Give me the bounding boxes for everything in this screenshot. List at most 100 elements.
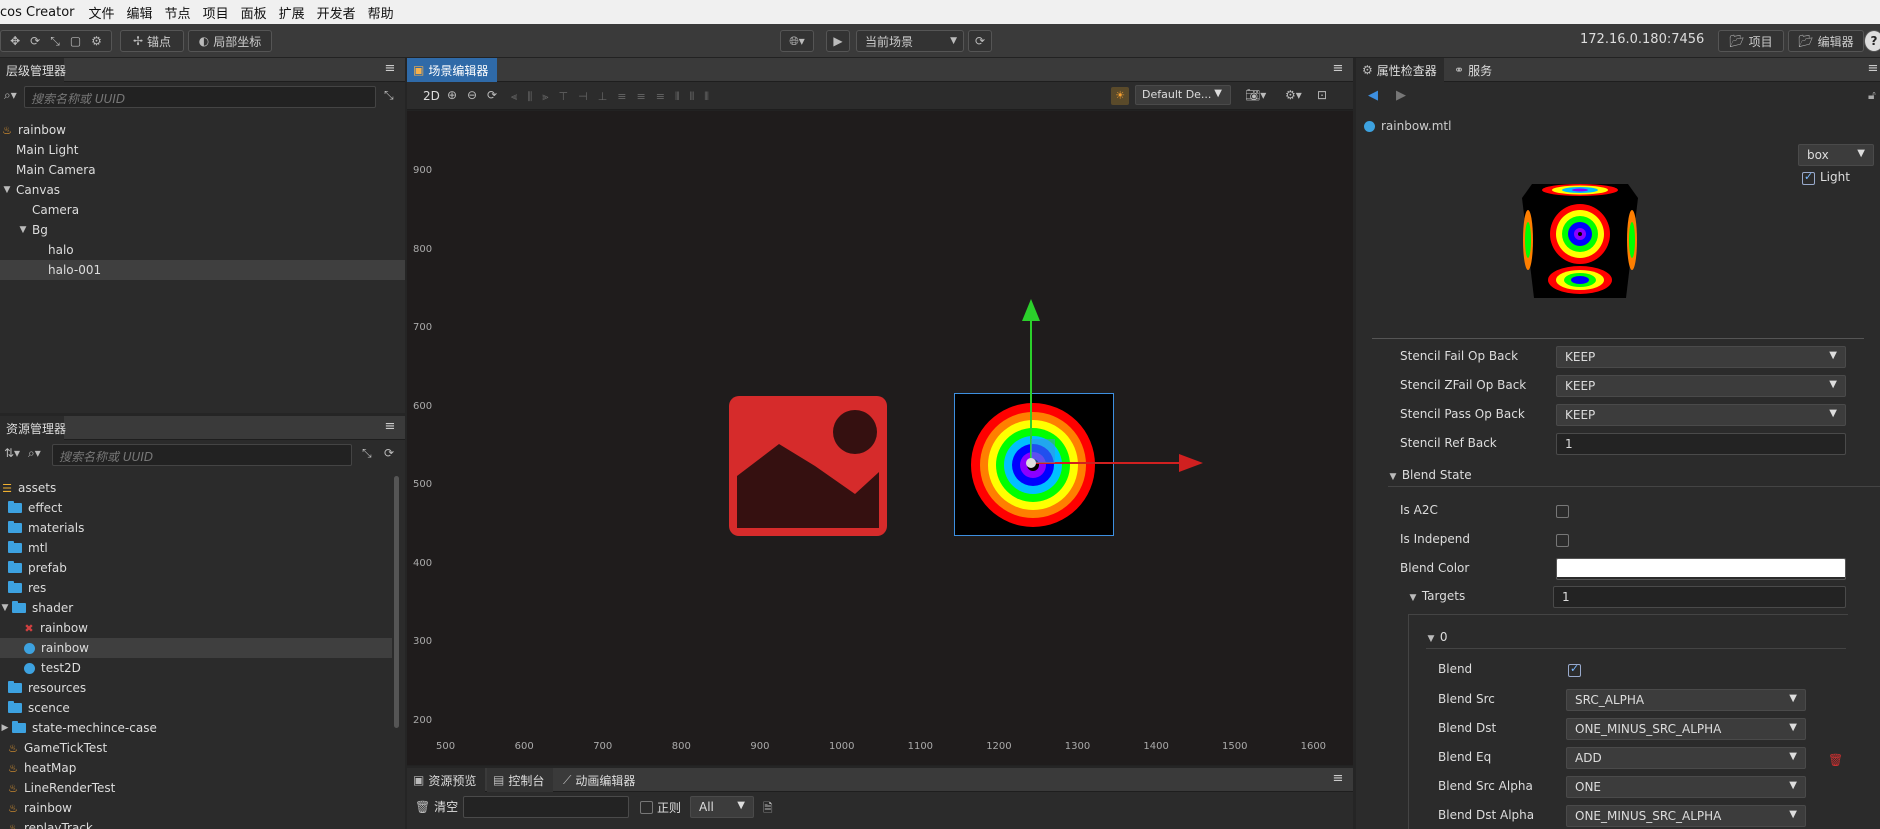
caret-icon[interactable]: ▼ bbox=[18, 225, 28, 235]
asset-item[interactable]: test2D bbox=[0, 658, 392, 678]
asset-item[interactable]: ▶ state-mechince-case bbox=[0, 718, 392, 738]
menu-project[interactable]: 项目 bbox=[203, 3, 229, 22]
sort-icon[interactable]: ⇅▾ bbox=[4, 446, 20, 460]
target-property-select[interactable]: ONE_MINUS_SRC_ALPHA ▼ bbox=[1566, 718, 1806, 740]
asset-item[interactable]: prefab bbox=[0, 558, 392, 578]
pivot-button[interactable]: ✢ 锚点 bbox=[120, 30, 184, 52]
maximize-icon[interactable]: ⊡ bbox=[1317, 88, 1327, 102]
file-icon[interactable]: 🗎︎ bbox=[763, 799, 773, 820]
asset-item[interactable]: ♨ GameTickTest bbox=[0, 738, 392, 758]
target-property-select[interactable]: ONE ▼ bbox=[1566, 776, 1806, 798]
menu-edit[interactable]: 编辑 bbox=[127, 3, 153, 22]
blend-state-section[interactable]: ▼ Blend State bbox=[1388, 468, 1472, 482]
collapse-icon[interactable]: ⤡ bbox=[362, 446, 372, 461]
asset-item[interactable]: ▼ shader bbox=[0, 598, 392, 618]
tab-inspector[interactable]: ⚙ 属性检查器 bbox=[1356, 58, 1444, 82]
search-icon[interactable]: ⌕▾ bbox=[28, 446, 41, 461]
gear-icon[interactable]: ⚙▾ bbox=[1285, 88, 1302, 102]
asset-item[interactable]: ♨ LineRenderTest bbox=[0, 778, 392, 798]
blend-color-swatch[interactable] bbox=[1556, 558, 1846, 580]
targets-count-input[interactable]: 1 bbox=[1553, 586, 1846, 608]
assets-search-input[interactable]: 搜索名称或 UUID bbox=[52, 444, 352, 466]
tab-hierarchy[interactable]: 层级管理器 bbox=[0, 58, 66, 82]
light-checkbox[interactable] bbox=[1802, 170, 1815, 185]
scene-select[interactable]: 当前场景 ▼ bbox=[856, 30, 964, 52]
asset-item[interactable]: ☰ assets bbox=[0, 478, 392, 498]
refresh-button[interactable]: ⟳ bbox=[968, 30, 992, 52]
align-vcenter-icon[interactable]: ⊣ bbox=[578, 90, 588, 103]
menu-developer[interactable]: 开发者 bbox=[317, 3, 356, 22]
align-left-icon[interactable]: ⫷ bbox=[511, 90, 517, 103]
tab-console[interactable]: ▤ 控制台 bbox=[487, 768, 553, 792]
platform-select[interactable]: 🌐︎▾ bbox=[780, 30, 814, 52]
sprite-image-node[interactable] bbox=[729, 396, 887, 536]
target-property-select[interactable]: ONE_MINUS_SRC_ALPHA ▼ bbox=[1566, 805, 1806, 827]
menu-extension[interactable]: 扩展 bbox=[279, 3, 305, 22]
scene-viewport[interactable]: 900 800 700 600 500 400 300 200 500 600 700 800 900… bbox=[407, 111, 1353, 765]
preview-shape-select[interactable]: box ▼ bbox=[1798, 144, 1874, 166]
tree-node[interactable]: Main Light bbox=[0, 140, 405, 160]
help-button[interactable]: ? bbox=[1864, 30, 1880, 52]
caret-icon[interactable]: ▶ bbox=[0, 723, 10, 733]
tree-node[interactable]: ▼ Canvas bbox=[0, 180, 405, 200]
align-hcenter-icon[interactable]: ⫼ bbox=[527, 90, 532, 103]
asset-item[interactable]: effect bbox=[0, 498, 392, 518]
asset-item[interactable]: res bbox=[0, 578, 392, 598]
open-editor-button[interactable]: 📂︎ 编辑器 bbox=[1788, 30, 1864, 52]
property-select[interactable]: KEEP ▼ bbox=[1556, 346, 1846, 368]
hierarchy-search-input[interactable]: 搜索名称或 UUID bbox=[24, 86, 376, 108]
back-arrow-icon[interactable]: ◀ bbox=[1368, 88, 1378, 103]
camera-icon[interactable]: 📷︎▾ bbox=[1245, 88, 1266, 102]
collapse-icon[interactable]: ⤡ bbox=[384, 88, 394, 103]
rotate-tool-icon[interactable]: ⟳ bbox=[30, 34, 40, 48]
caret-icon[interactable]: ▼ bbox=[2, 185, 12, 195]
move-gizmo[interactable] bbox=[1007, 291, 1207, 491]
zoom-out-icon[interactable]: ⊖ bbox=[467, 88, 477, 102]
asset-item[interactable]: ♨ replayTrack bbox=[0, 818, 392, 829]
tab-asset-preview[interactable]: ▣ 资源预览 bbox=[407, 768, 485, 792]
hamburger-menu-icon[interactable]: ≡ bbox=[1866, 62, 1880, 76]
zoom-in-icon[interactable]: ⊕ bbox=[447, 88, 457, 102]
preview-cube[interactable] bbox=[1520, 180, 1640, 302]
asset-item[interactable]: materials bbox=[0, 518, 392, 538]
align-bottom-icon[interactable]: ⊥ bbox=[598, 90, 608, 103]
property-select[interactable]: KEEP ▼ bbox=[1556, 404, 1846, 426]
menu-help[interactable]: 帮助 bbox=[368, 3, 394, 22]
layer-select[interactable]: Default De... ▼ bbox=[1135, 85, 1231, 105]
tree-node[interactable]: ▼ Bg bbox=[0, 220, 405, 240]
target-0-section[interactable]: ▼ 0 bbox=[1426, 630, 1448, 644]
distribute-left-icon[interactable]: ⫴ bbox=[675, 90, 680, 103]
tab-assets[interactable]: 资源管理器 bbox=[0, 416, 66, 440]
log-level-select[interactable]: All ▼ bbox=[690, 796, 754, 818]
caret-icon[interactable]: ▼ bbox=[0, 603, 10, 613]
distribute-right-icon[interactable]: ⫴ bbox=[704, 90, 709, 103]
clear-button[interactable]: 🗑︎ 清空 bbox=[415, 798, 458, 815]
distribute-vcenter-icon[interactable]: ≡ bbox=[637, 90, 646, 103]
play-button[interactable]: ▶ bbox=[826, 30, 850, 52]
asset-item[interactable]: ♨ rainbow bbox=[0, 798, 392, 818]
distribute-hcenter-icon[interactable]: ⫴ bbox=[690, 90, 695, 103]
tab-animation-editor[interactable]: ⟋ 动画编辑器 bbox=[557, 768, 647, 792]
forward-arrow-icon[interactable]: ▶ bbox=[1396, 88, 1406, 103]
asset-item[interactable]: ♨ heatMap bbox=[0, 758, 392, 778]
move-tool-icon[interactable]: ✥ bbox=[10, 34, 20, 48]
tree-node[interactable]: Camera bbox=[0, 200, 405, 220]
asset-item[interactable]: scence bbox=[0, 698, 392, 718]
menu-node[interactable]: 节点 bbox=[165, 3, 191, 22]
tab-services[interactable]: ⚭ 服务 bbox=[1448, 58, 1508, 82]
assets-scrollbar[interactable] bbox=[394, 476, 399, 728]
console-filter-input[interactable] bbox=[463, 796, 629, 818]
target-property-select[interactable]: SRC_ALPHA ▼ bbox=[1566, 689, 1806, 711]
distribute-bottom-icon[interactable]: ≡ bbox=[656, 90, 665, 103]
lock-icon[interactable]: 🔓︎ bbox=[1868, 88, 1876, 103]
tree-node[interactable]: halo bbox=[0, 240, 405, 260]
rect-tool-icon[interactable]: ▢ bbox=[70, 34, 81, 48]
refresh-icon[interactable]: ⟳ bbox=[384, 446, 394, 460]
local-coord-button[interactable]: ◐ 局部坐标 bbox=[188, 30, 272, 52]
hamburger-menu-icon[interactable]: ≡ bbox=[383, 62, 397, 76]
hamburger-menu-icon[interactable]: ≡ bbox=[383, 420, 397, 434]
distribute-top-icon[interactable]: ≡ bbox=[617, 90, 626, 103]
align-right-icon[interactable]: ⫸ bbox=[542, 90, 548, 103]
tree-node[interactable]: halo-001 bbox=[0, 260, 405, 280]
property-select[interactable]: KEEP ▼ bbox=[1556, 375, 1846, 397]
